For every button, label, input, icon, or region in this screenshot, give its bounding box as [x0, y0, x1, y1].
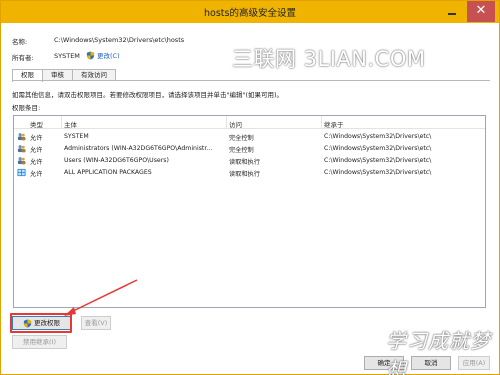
name-label: 名称: [12, 38, 28, 46]
row-principal: Administrators (WIN-A32DG6T6GPO\Administ… [64, 145, 213, 152]
owner-label: 所有者: [12, 54, 34, 62]
row-principal: ALL APPLICATION PACKAGES [64, 169, 152, 176]
minimize-icon [447, 13, 456, 15]
close-button[interactable]: ✕ [467, 1, 495, 22]
permission-entries-label: 权限条目: [12, 104, 41, 112]
annotation-arrow-icon [64, 279, 138, 316]
users-icon [17, 157, 26, 165]
owner-value: SYSTEM [54, 52, 80, 60]
users-icon [17, 145, 26, 153]
row-type: 允许 [30, 147, 43, 154]
column-header-principal[interactable]: 主体 [64, 119, 77, 129]
watermark-top: 三联网 3LIAN.COM [232, 47, 426, 71]
view-button[interactable]: 查看(V) [81, 316, 111, 330]
column-divider [321, 116, 322, 128]
change-owner-link[interactable]: 更改(C) [86, 50, 120, 60]
row-type: 允许 [30, 159, 43, 166]
table-row[interactable]: 允许 Users (WIN-A32DG6T6GPO\Users) 读取和执行 C… [14, 155, 485, 166]
advanced-security-window: hosts的高级安全设置 ✕ 名称: C:\Windows\System32\D… [0, 0, 500, 375]
list-header: 类型 主体 访问 继承于 [14, 116, 485, 129]
change-owner-label: 更改(C) [97, 52, 120, 60]
row-principal: Users (WIN-A32DG6T6GPO\Users) [64, 157, 169, 164]
disable-inheritance-button[interactable]: 禁用继承(I) [12, 335, 67, 349]
uac-shield-icon [86, 50, 95, 60]
table-row[interactable]: 允许 SYSTEM 完全控制 C:\Windows\System32\Drive… [14, 131, 485, 142]
watermark-bottom: 学习成就梦想 [386, 329, 491, 375]
app-packages-icon [17, 168, 26, 177]
tab-divider [12, 80, 490, 81]
row-access: 完全控制 [229, 135, 254, 142]
row-type: 允许 [30, 135, 43, 142]
column-header-access[interactable]: 访问 [229, 119, 242, 129]
row-inherited-from: C:\Windows\System32\Drivers\etc\ [324, 169, 432, 176]
row-type: 允许 [30, 171, 43, 178]
row-inherited-from: C:\Windows\System32\Drivers\etc\ [324, 157, 432, 164]
instructions-text: 如需其他信息，请双击权限项目。若要修改权限项目，请选择该项目并单击"编辑"(如果… [12, 91, 284, 99]
row-inherited-from: C:\Windows\System32\Drivers\etc\ [324, 145, 432, 152]
column-header-type[interactable]: 类型 [30, 119, 43, 129]
title-bar[interactable]: hosts的高级安全设置 ✕ [1, 1, 499, 23]
window-title: hosts的高级安全设置 [204, 8, 296, 19]
table-row[interactable]: 允许 Administrators (WIN-A32DG6T6GPO\Admin… [14, 143, 485, 154]
row-access: 读取和执行 [229, 171, 260, 178]
table-row[interactable]: 允许 ALL APPLICATION PACKAGES 读取和执行 C:\Win… [14, 167, 485, 178]
column-divider [226, 116, 227, 128]
users-icon [17, 133, 26, 141]
column-header-inherited-from[interactable]: 继承于 [324, 119, 344, 129]
minimize-button[interactable] [437, 1, 466, 22]
row-principal: SYSTEM [64, 133, 89, 140]
row-access: 完全控制 [229, 147, 254, 154]
column-divider [61, 116, 62, 128]
file-path-value: C:\Windows\System32\Drivers\etc\hosts [54, 36, 185, 44]
row-inherited-from: C:\Windows\System32\Drivers\etc\ [324, 133, 432, 140]
row-access: 读取和执行 [229, 159, 260, 166]
